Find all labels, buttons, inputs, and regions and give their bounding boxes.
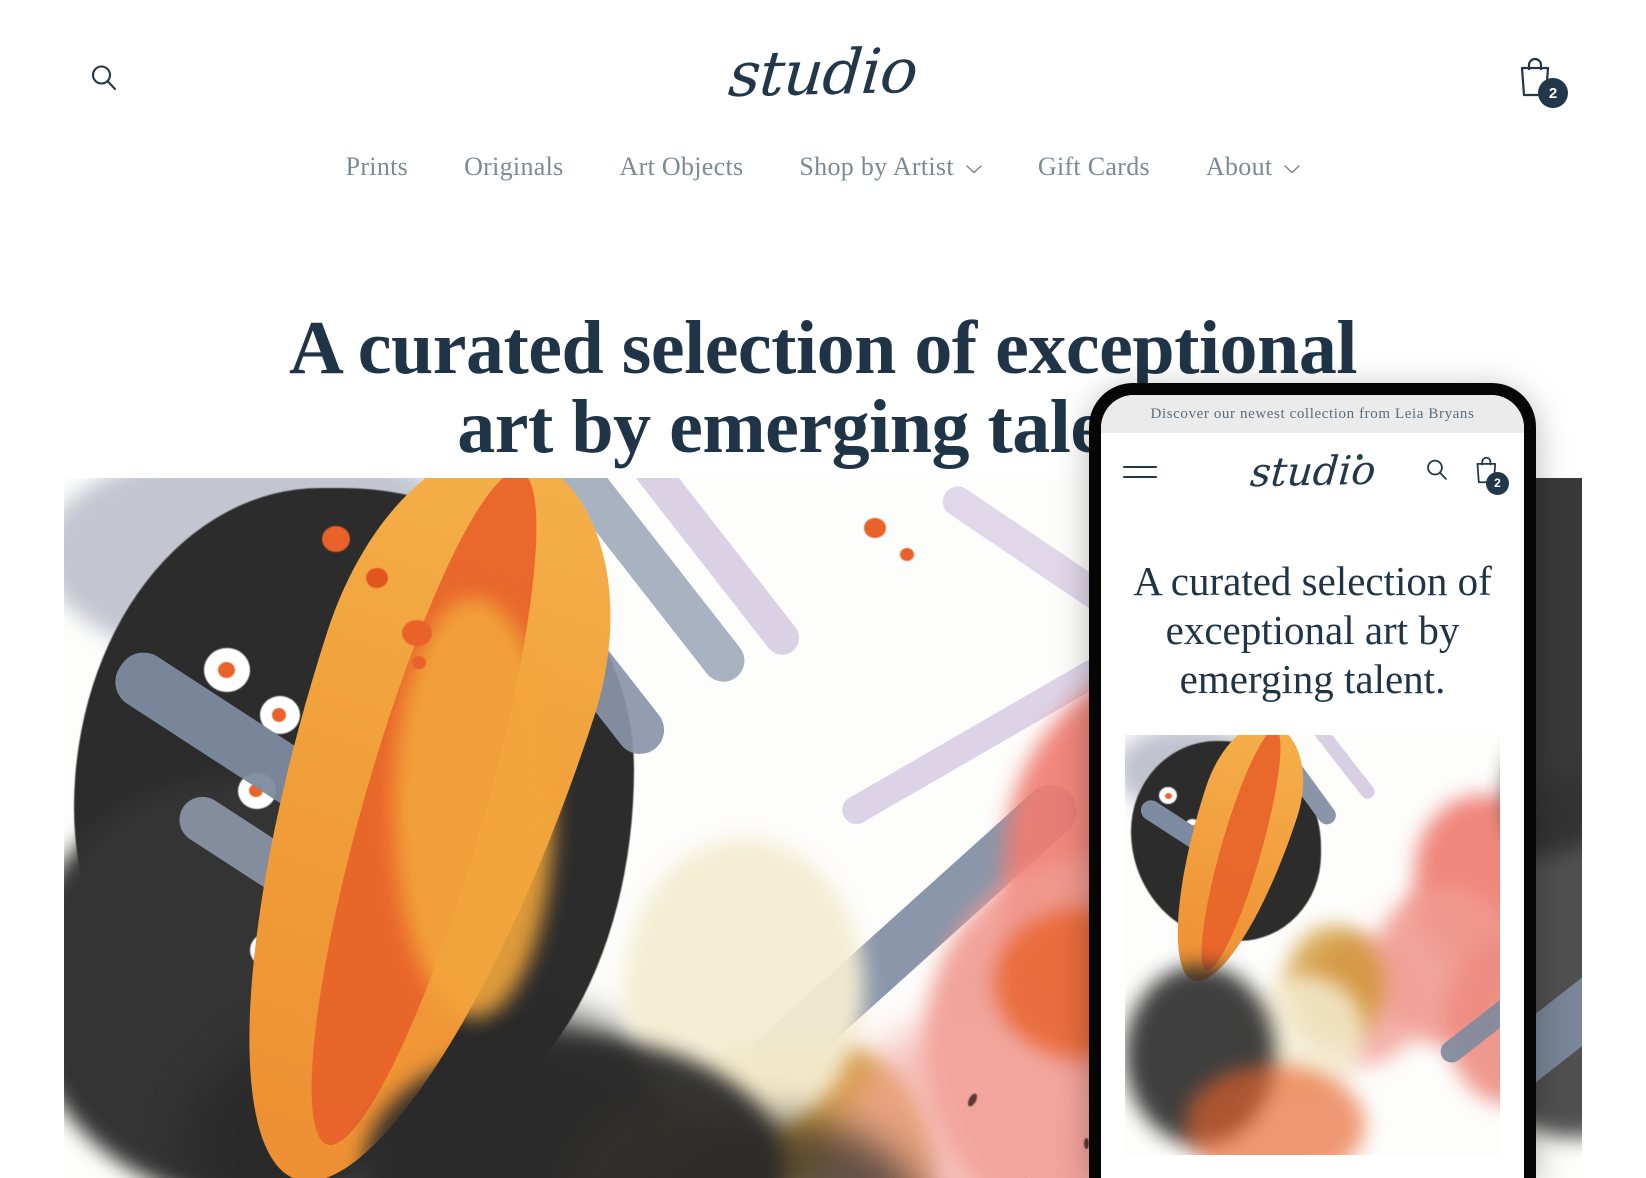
site-logo[interactable]: studio xyxy=(726,34,920,111)
nav-label: About xyxy=(1205,152,1273,181)
search-icon xyxy=(1427,459,1447,480)
mobile-header: studio 2 xyxy=(1101,433,1524,511)
mobile-site-logo[interactable]: studio xyxy=(1248,448,1377,497)
main-navigation: Prints Originals Art Objects Shop by Art… xyxy=(0,152,1646,182)
nav-item-originals[interactable]: Originals xyxy=(436,152,591,182)
mobile-artwork-canvas xyxy=(1125,734,1500,1155)
hamburger-line xyxy=(1123,476,1157,478)
logo-underline xyxy=(755,95,890,98)
nav-item-about[interactable]: About xyxy=(1178,152,1329,182)
cart-button[interactable]: 2 xyxy=(1508,50,1568,108)
mobile-screen: Discover our newest collection from Leia… xyxy=(1101,395,1524,1178)
nav-label: Gift Cards xyxy=(1037,152,1150,181)
mobile-hero-artwork xyxy=(1125,734,1500,1155)
nav-label: Art Objects xyxy=(619,152,744,181)
mobile-cart-count-badge: 2 xyxy=(1486,471,1509,495)
header-top-row: studio 2 xyxy=(0,0,1646,150)
nav-item-art-objects[interactable]: Art Objects xyxy=(592,152,772,182)
hamburger-menu-icon[interactable] xyxy=(1123,466,1157,478)
mobile-preview-device: Discover our newest collection from Leia… xyxy=(1089,383,1536,1178)
search-icon xyxy=(91,65,117,91)
announcement-bar[interactable]: Discover our newest collection from Leia… xyxy=(1101,395,1524,433)
announcement-text: Discover our newest collection from Leia… xyxy=(1150,405,1475,422)
cart-count-badge: 2 xyxy=(1538,78,1568,108)
chevron-down-icon xyxy=(966,164,982,173)
desktop-header: studio 2 Prints Originals Art Objects Sh… xyxy=(0,0,1646,230)
hamburger-line xyxy=(1123,466,1157,468)
mobile-header-icons: 2 xyxy=(1424,454,1509,495)
mobile-hero-heading: A curated selection of exceptional art b… xyxy=(1133,558,1492,703)
nav-item-gift-cards[interactable]: Gift Cards xyxy=(1010,152,1178,182)
mobile-search-button[interactable] xyxy=(1424,457,1450,488)
nav-label: Shop by Artist xyxy=(799,152,954,181)
nav-item-shop-by-artist[interactable]: Shop by Artist xyxy=(771,152,1009,182)
nav-label: Prints xyxy=(345,152,409,181)
mobile-logo-dot xyxy=(1355,453,1363,461)
mobile-cart-button[interactable]: 2 xyxy=(1472,454,1509,495)
search-button[interactable] xyxy=(82,56,126,100)
nav-label: Originals xyxy=(464,152,564,181)
chevron-down-icon xyxy=(1284,164,1301,173)
nav-item-prints[interactable]: Prints xyxy=(318,152,436,182)
